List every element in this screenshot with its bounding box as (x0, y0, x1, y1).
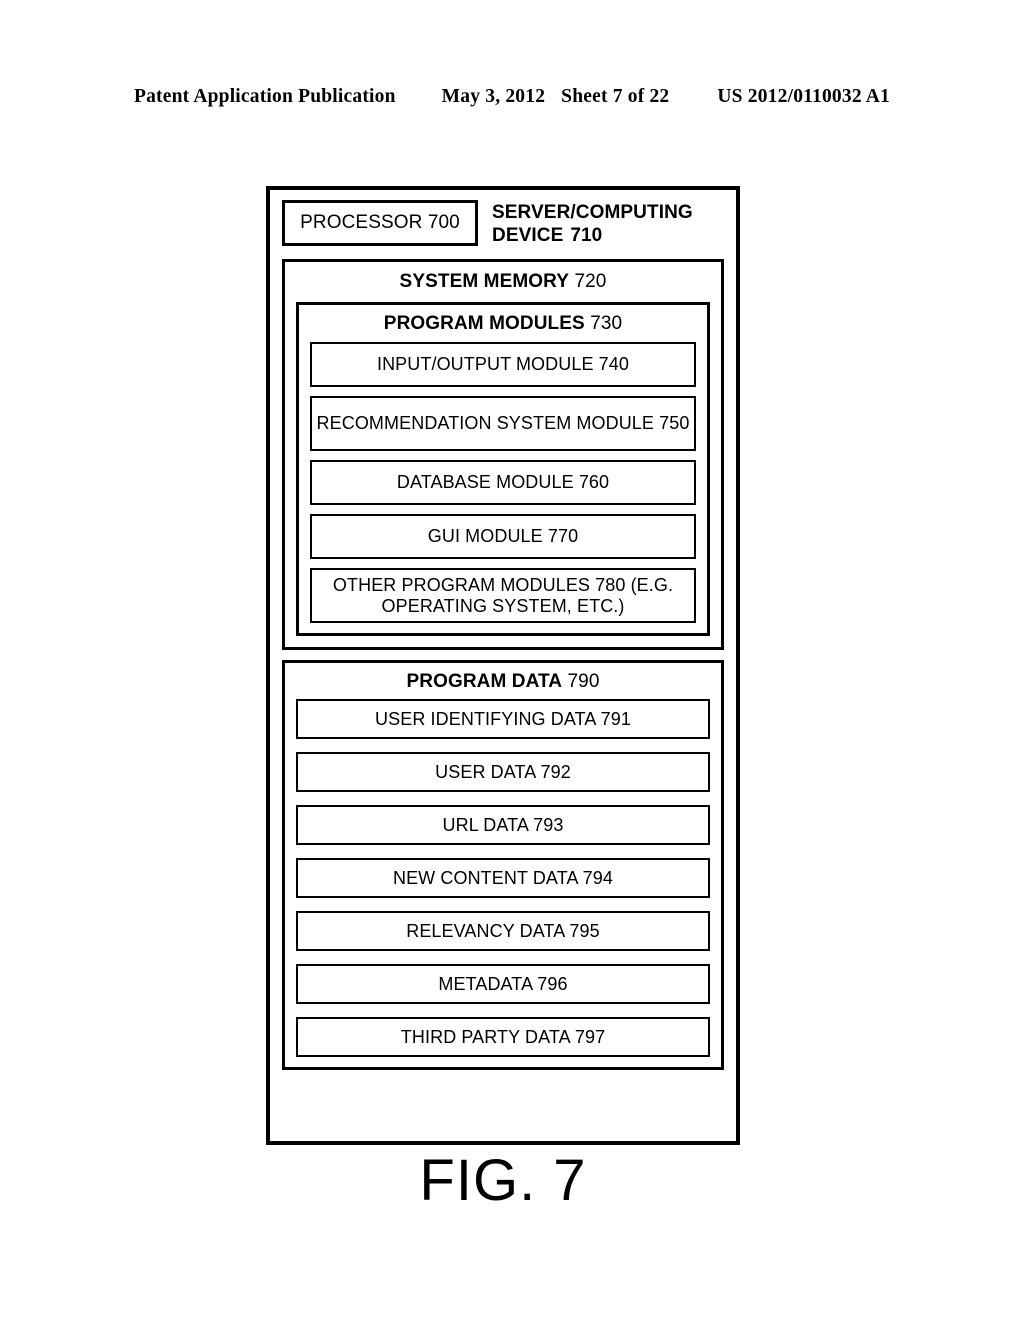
data-label: RELEVANCY DATA 795 (406, 920, 600, 941)
data-label: URL DATA 793 (442, 814, 564, 835)
publication-sheet: Sheet 7 of 22 (561, 86, 670, 107)
module-label: DATABASE MODULE 760 (396, 472, 610, 492)
module-box-gui: GUI MODULE 770 (310, 514, 696, 559)
data-box-relevancy-data: RELEVANCY DATA 795 (296, 911, 710, 951)
module-label: RECOMMENDATION SYSTEM MODULE 750 (316, 413, 690, 433)
system-memory-heading: SYSTEM MEMORY 720 (296, 271, 710, 293)
processor-row: PROCESSOR 700 SERVER/COMPUTING DEVICE 710 (282, 200, 724, 252)
data-label: METADATA 796 (438, 973, 568, 994)
module-box-other-program-modules: OTHER PROGRAM MODULES 780 (E.G. OPERATIN… (310, 568, 696, 623)
publication-header: Patent Application Publication May 3, 20… (0, 86, 1024, 108)
program-modules-box: PROGRAM MODULES 730 INPUT/OUTPUT MODULE … (296, 302, 710, 636)
data-box-new-content-data: NEW CONTENT DATA 794 (296, 858, 710, 898)
module-box-database: DATABASE MODULE 760 (310, 460, 696, 505)
publication-date: May 3, 2012 (441, 86, 546, 107)
program-data-box: PROGRAM DATA 790 USER IDENTIFYING DATA 7… (282, 660, 724, 1070)
device-inner-region: PROCESSOR 700 SERVER/COMPUTING DEVICE 710… (270, 190, 736, 1141)
program-modules-list: INPUT/OUTPUT MODULE 740 RECOMMENDATION S… (310, 342, 696, 623)
publication-title: Patent Application Publication (133, 86, 396, 107)
data-label: NEW CONTENT DATA 794 (392, 867, 614, 888)
program-data-heading-numeral: 790 (567, 671, 600, 692)
device-title-line2-wrap: DEVICE 710 (492, 224, 693, 247)
data-box-user-data: USER DATA 792 (296, 752, 710, 792)
device-title-line2: DEVICE (492, 225, 564, 246)
program-data-heading-label: PROGRAM DATA (406, 671, 563, 692)
device-title-line1: SERVER/COMPUTING (492, 202, 693, 223)
system-memory-heading-numeral: 720 (574, 271, 607, 292)
module-label: GUI MODULE 770 (427, 526, 579, 546)
server-computing-device-block: PROCESSOR 700 SERVER/COMPUTING DEVICE 710… (266, 186, 740, 1145)
module-label: OTHER PROGRAM MODULES 780 (E.G. OPERATIN… (332, 574, 674, 616)
data-box-user-identifying-data: USER IDENTIFYING DATA 791 (296, 699, 710, 739)
publication-number: US 2012/0110032 A1 (717, 86, 891, 107)
program-modules-heading-numeral: 730 (590, 313, 623, 334)
module-box-input-output: INPUT/OUTPUT MODULE 740 (310, 342, 696, 387)
device-title: SERVER/COMPUTING DEVICE 710 (492, 200, 693, 247)
system-memory-box: SYSTEM MEMORY 720 PROGRAM MODULES 730 IN… (282, 259, 724, 650)
data-box-metadata: METADATA 796 (296, 964, 710, 1004)
data-box-third-party-data: THIRD PARTY DATA 797 (296, 1017, 710, 1057)
program-data-list: USER IDENTIFYING DATA 791 USER DATA 792 … (296, 699, 710, 1057)
program-modules-heading: PROGRAM MODULES 730 (310, 313, 696, 335)
data-label: THIRD PARTY DATA 797 (400, 1026, 606, 1047)
program-modules-heading-label: PROGRAM MODULES (383, 313, 585, 334)
device-title-numeral: 710 (570, 225, 603, 246)
processor-label: PROCESSOR 700 (300, 212, 460, 233)
processor-box: PROCESSOR 700 (282, 200, 478, 246)
data-label: USER DATA 792 (435, 761, 571, 782)
program-data-heading: PROGRAM DATA 790 (296, 671, 710, 693)
system-memory-heading-label: SYSTEM MEMORY (399, 271, 570, 292)
data-box-url-data: URL DATA 793 (296, 805, 710, 845)
module-box-recommendation-system: RECOMMENDATION SYSTEM MODULE 750 (310, 396, 696, 451)
module-label: INPUT/OUTPUT MODULE 740 (376, 354, 629, 374)
data-label: USER IDENTIFYING DATA 791 (375, 708, 631, 729)
figure-caption: FIG. 7 (419, 1148, 587, 1213)
